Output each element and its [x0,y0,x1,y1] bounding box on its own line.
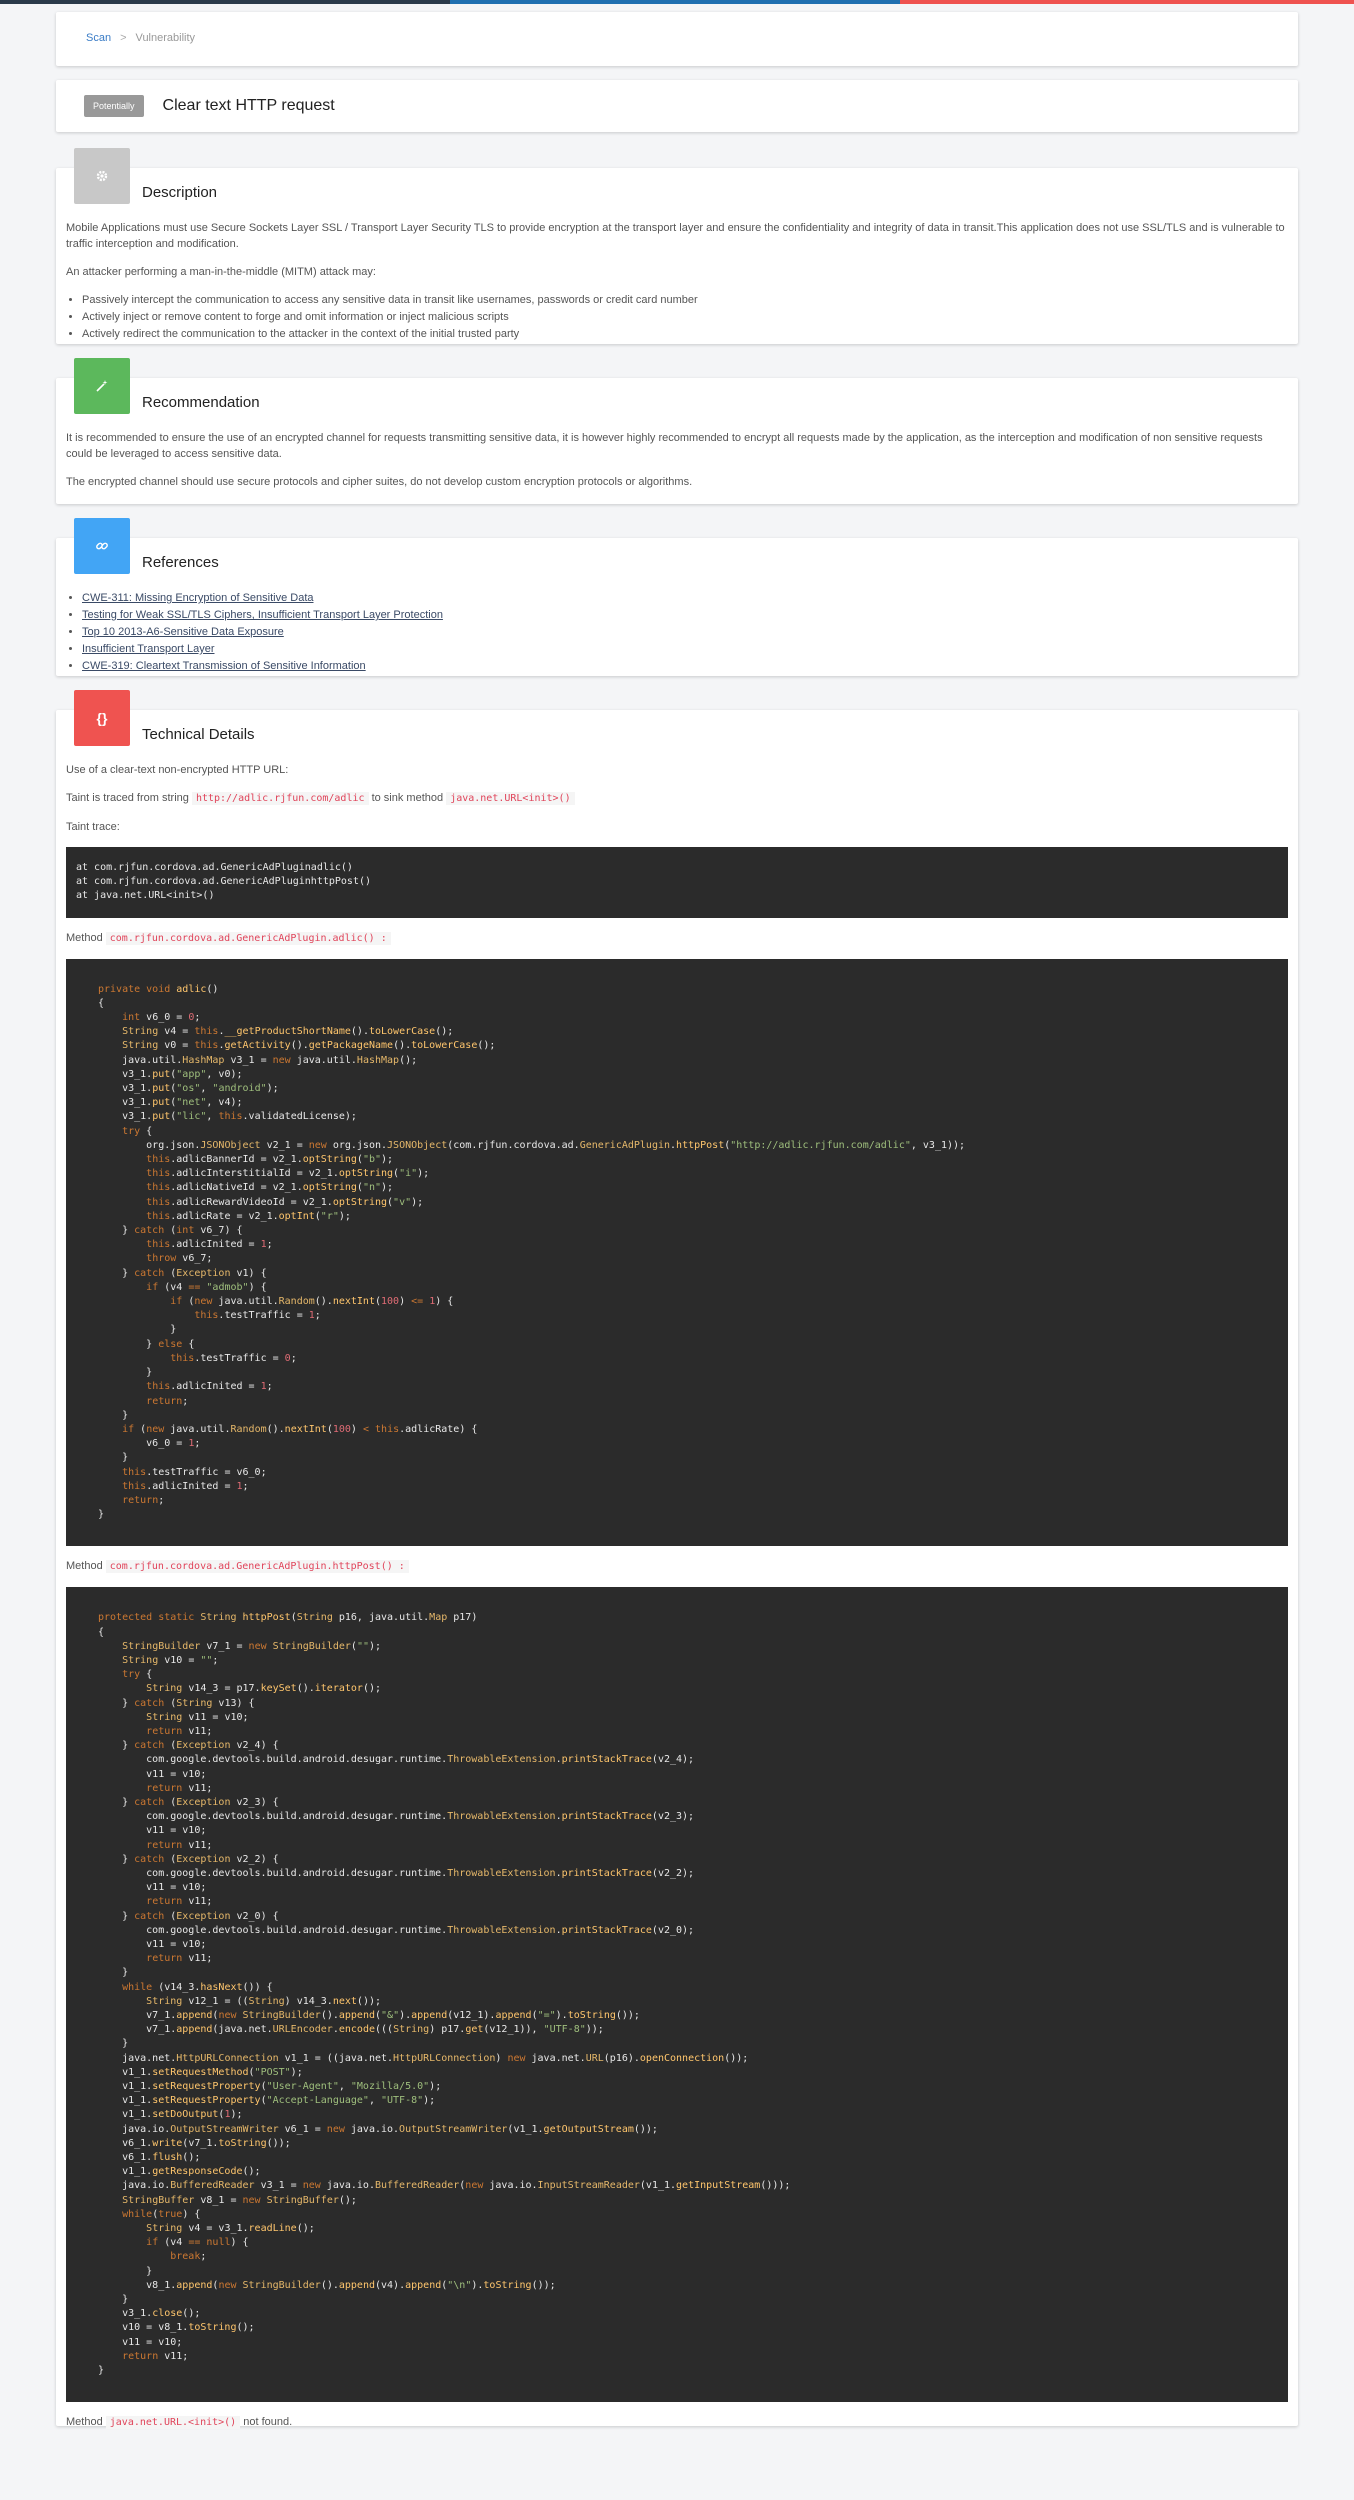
taint-prefix: Taint is traced from string [66,792,189,804]
breadcrumb-current: Vulnerability [135,32,196,44]
gear-icon [74,148,130,204]
list-item: Top 10 2013-A6-Sensitive Data Exposure [82,624,1288,641]
recommendation-section: Recommendation It is recommended to ensu… [56,358,1298,504]
method-3-name: java.net.URL.<init>() [105,2416,241,2430]
link-icon [74,518,130,574]
breadcrumb: Scan > Vulnerability [56,12,1298,66]
method-label: Method [66,2416,103,2429]
method-1-code-block: private void adlic() { int v6_0 = 0; Str… [66,958,1288,1547]
top-accent-bar [0,0,1354,4]
description-paragraph-1: Mobile Applications must use Secure Sock… [66,222,1285,250]
trace-line: at com.rjfun.cordova.ad.GenericAdPlugina… [76,862,353,873]
taint-sink-method: java.net.URL<init>() [446,792,575,805]
breadcrumb-separator: > [120,32,127,44]
references-list: CWE-311: Missing Encryption of Sensitive… [82,590,1288,675]
reference-link-weak-ssl[interactable]: Testing for Weak SSL/TLS Ciphers, Insuff… [82,609,443,621]
reference-link-cwe-319[interactable]: CWE-319: Cleartext Transmission of Sensi… [82,660,366,672]
list-item: Insufficient Transport Layer [82,641,1288,658]
taint-trace-label: Taint trace: [66,821,120,833]
recommendation-paragraph-1: It is recommended to ensure the use of a… [66,432,1263,460]
recommendation-paragraph-2: The encrypted channel should use secure … [66,476,693,488]
trace-line: at com.rjfun.cordova.ad.GenericAdPluginh… [76,876,372,888]
method-2-caption: Method com.rjfun.cordova.ad.GenericAdPlu… [66,1558,1288,1575]
method-label: Method [66,931,103,944]
method-3-caption: Method java.net.URL.<init>() not found. [66,2414,1288,2431]
list-item: CWE-311: Missing Encryption of Sensitive… [82,590,1288,607]
breadcrumb-scan-link[interactable]: Scan [86,32,111,44]
list-item: Actively inject or remove content to for… [82,309,1288,326]
reference-link-cwe-311[interactable]: CWE-311: Missing Encryption of Sensitive… [82,592,314,604]
method-2-code-block: protected static String httpPost(String … [66,1587,1288,2403]
description-heading: Description [142,184,218,201]
magic-wand-icon [74,358,130,414]
recommendation-heading: Recommendation [142,394,260,411]
method-1-name: com.rjfun.cordova.ad.GenericAdPlugin.adl… [105,931,391,945]
trace-line: at java.net.URL<init>() [76,890,215,902]
references-section: References CWE-311: Missing Encryption o… [56,518,1298,676]
method-1-caption: Method com.rjfun.cordova.ad.GenericAdPlu… [66,930,1288,947]
technical-details-section: {} Technical Details Use of a clear-text… [56,690,1298,2430]
method-2-name: com.rjfun.cordova.ad.GenericAdPlugin.htt… [105,1560,409,1574]
description-bullets: Passively intercept the communication to… [82,292,1288,343]
page-title: Clear text HTTP request [162,97,335,114]
description-section: Description Mobile Applications must use… [56,148,1298,344]
references-heading: References [142,554,219,571]
method-label: Method [66,1560,103,1573]
list-item: CWE-319: Cleartext Transmission of Sensi… [82,658,1288,675]
technical-heading: Technical Details [142,726,255,743]
description-paragraph-2: An attacker performing a man-in-the-midd… [66,266,376,278]
technical-intro: Use of a clear-text non-encrypted HTTP U… [66,764,289,776]
braces-icon: {} [74,690,130,746]
taint-mid: to sink method [371,792,444,804]
taint-trace-block: at com.rjfun.cordova.ad.GenericAdPlugina… [66,847,1288,918]
list-item: Testing for Weak SSL/TLS Ciphers, Insuff… [82,607,1288,624]
list-item: Passively intercept the communication to… [82,292,1288,309]
list-item: Actively redirect the communication to t… [82,326,1288,343]
taint-source-url: http://adlic.rjfun.com/adlic [191,792,369,805]
reference-link-transport-layer[interactable]: Insufficient Transport Layer [82,643,214,655]
severity-badge: Potentially [84,95,144,117]
taint-description: Taint is traced from string http://adlic… [66,790,1288,807]
reference-link-top10[interactable]: Top 10 2013-A6-Sensitive Data Exposure [82,626,284,638]
method-3-suffix: not found. [243,2416,293,2429]
vulnerability-title-card: Potentially Clear text HTTP request [56,80,1298,132]
